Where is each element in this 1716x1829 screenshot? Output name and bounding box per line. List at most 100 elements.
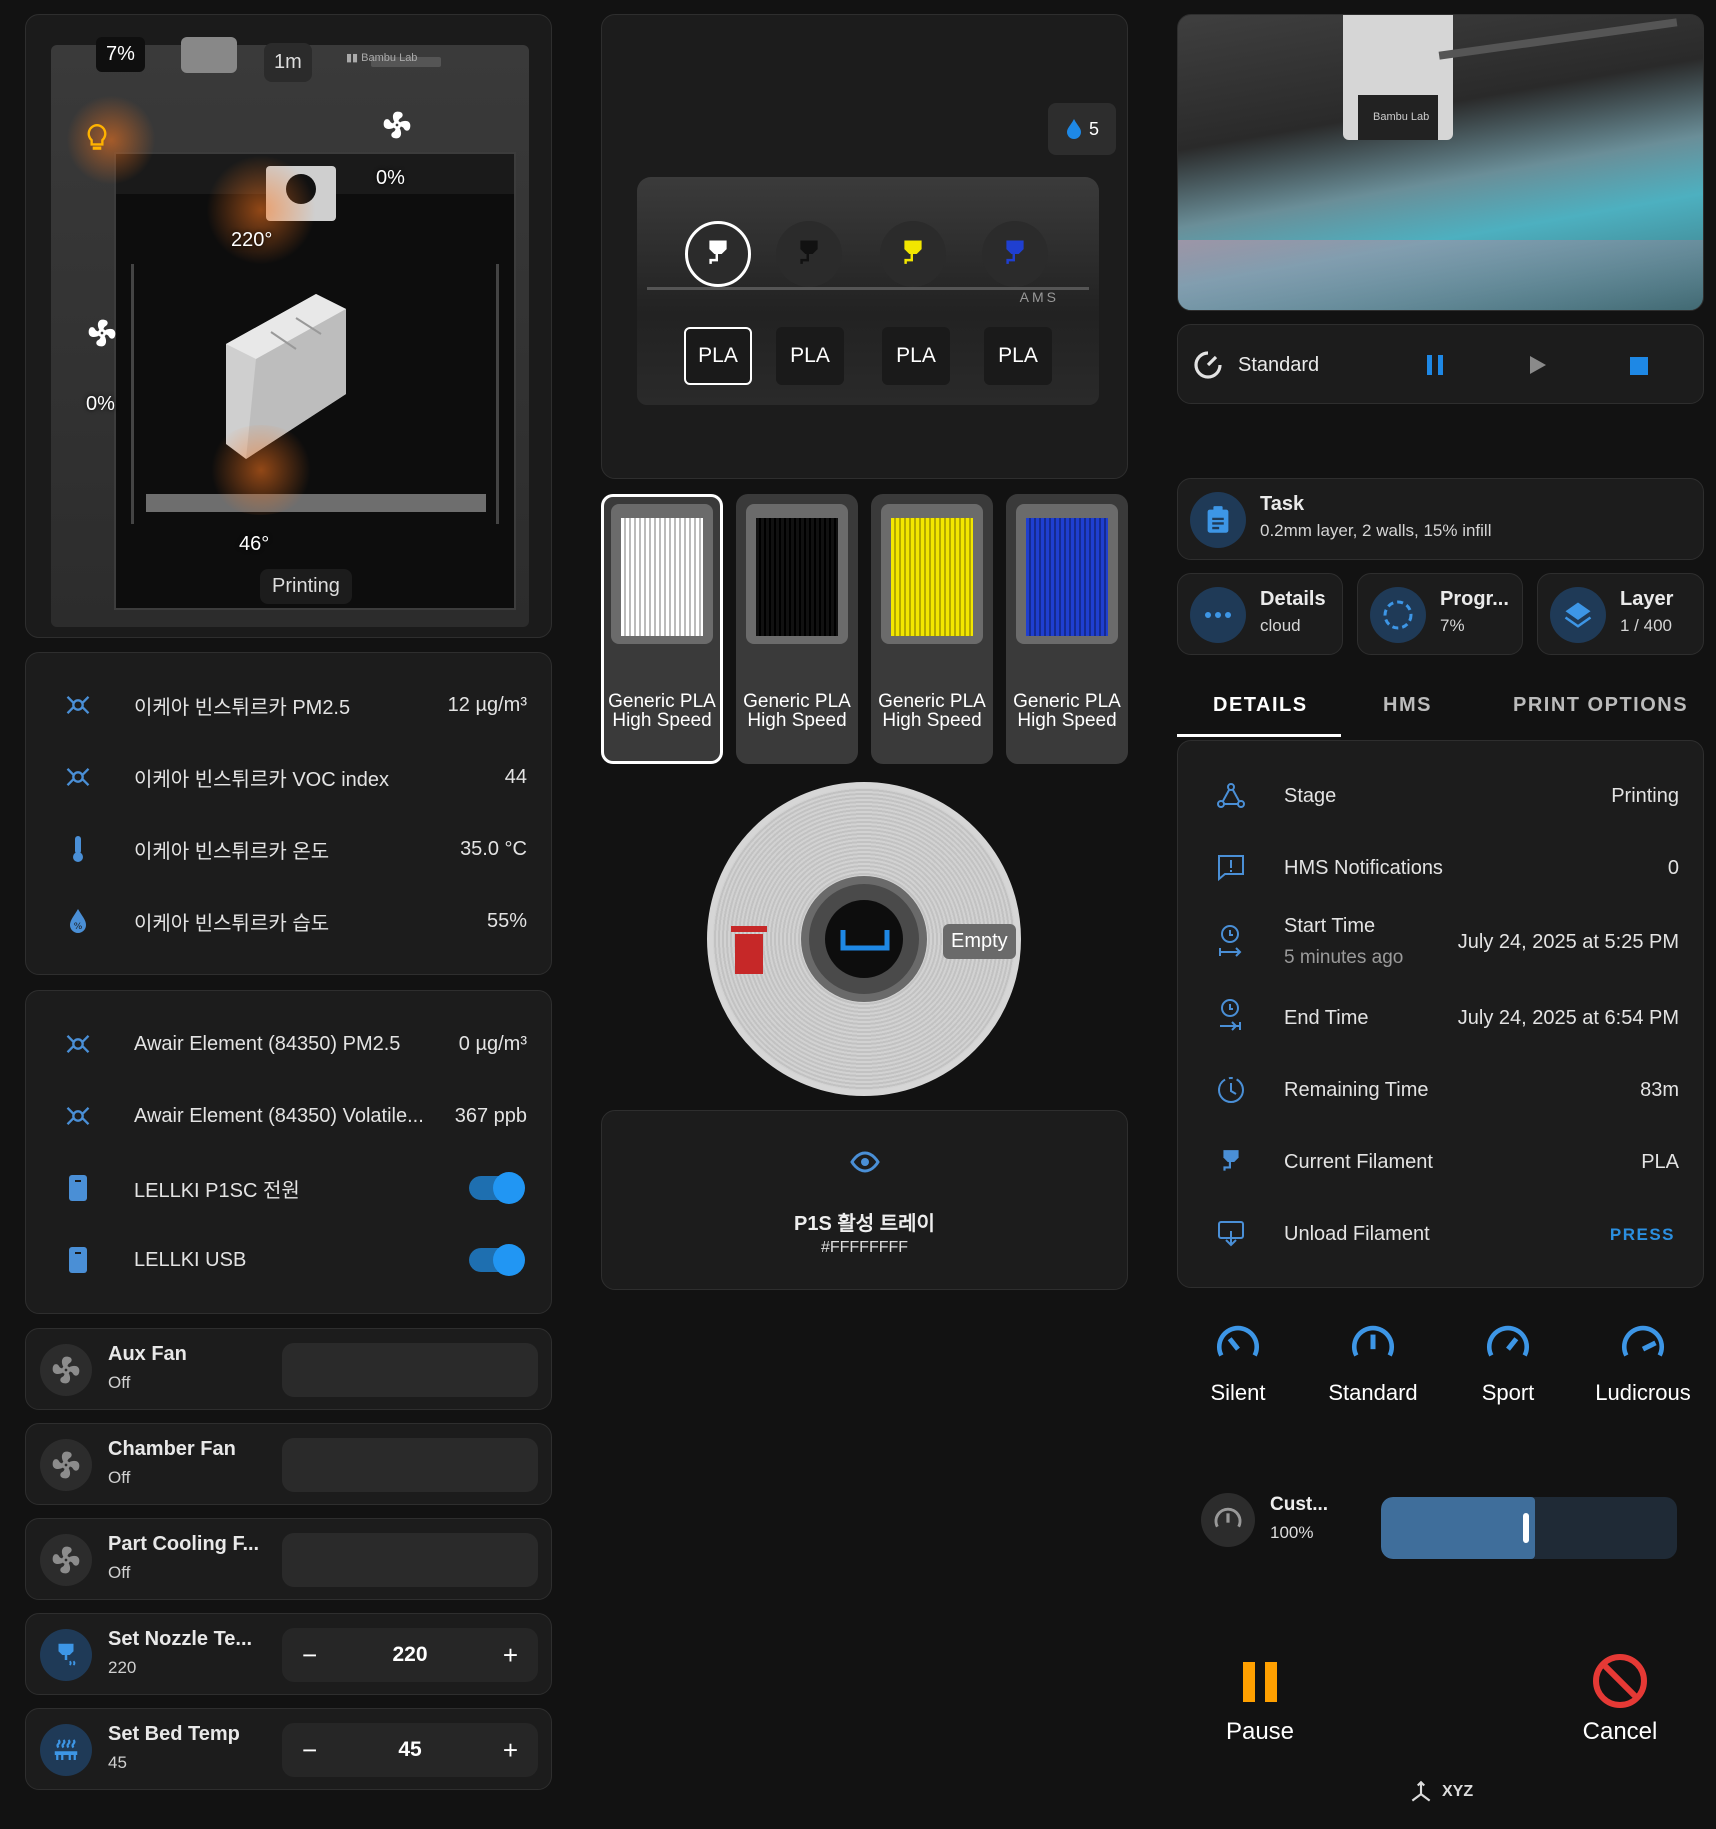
spool-filament <box>621 518 703 636</box>
speed-label: Standard <box>1328 1380 1418 1405</box>
increment-button[interactable]: + <box>503 1735 518 1766</box>
tab-details[interactable]: DETAILS <box>1213 694 1308 717</box>
spool-card[interactable]: Generic PLA High Speed <box>601 494 723 764</box>
custom-speed-slider[interactable] <box>1381 1497 1677 1559</box>
ams-slot-1[interactable] <box>685 221 751 287</box>
speed-ludicrous-button[interactable]: Ludicrous <box>1588 1320 1698 1406</box>
unload-press-button[interactable]: PRESS <box>1610 1225 1675 1245</box>
chamber-light-icon[interactable] <box>84 123 110 153</box>
xyz-control[interactable]: XYZ <box>1408 1779 1473 1805</box>
sensor-row[interactable]: 이케아 빈스튀르카 온도 35.0 °C <box>26 829 551 869</box>
layer-card[interactable]: Layer 1 / 400 <box>1537 573 1704 655</box>
play-icon[interactable] <box>1526 353 1548 377</box>
cancel-icon <box>1593 1654 1647 1708</box>
ams-slot-label[interactable]: PLA <box>776 327 844 385</box>
air-quality-icon <box>64 691 92 719</box>
pause-icon[interactable] <box>1424 353 1446 377</box>
nozzle-temp-stepper: − 220 + <box>282 1628 538 1682</box>
fan-slider[interactable] <box>282 1533 538 1587</box>
ams-slot-3[interactable] <box>880 221 946 287</box>
progress-badge: 7% <box>96 37 145 72</box>
tab-print-options[interactable]: PRINT OPTIONS <box>1513 694 1688 717</box>
sensor-row[interactable]: 이케아 빈스튀르카 VOC index 44 <box>26 757 551 797</box>
remaining-time-value: 83m <box>1640 1079 1679 1101</box>
spool-name: Generic PLA High Speed <box>743 691 851 731</box>
sensor-value: 367 ppb <box>454 1104 527 1127</box>
decrement-button[interactable]: − <box>302 1735 317 1766</box>
spool-card[interactable]: Generic PLA High Speed <box>736 494 858 764</box>
fan-name: Part Cooling F... <box>108 1533 260 1555</box>
speedometer-medium-icon <box>1352 1325 1394 1357</box>
sensor-row[interactable]: % 이케아 빈스튀르카 습도 55% <box>26 901 551 941</box>
ams-slot-label[interactable]: PLA <box>984 327 1052 385</box>
humidity-icon: % <box>64 907 92 935</box>
more-icon <box>1190 587 1246 643</box>
speed-label: Silent <box>1210 1380 1266 1405</box>
speed-standard-button[interactable]: Standard <box>1318 1320 1428 1406</box>
ams-humidity-badge[interactable]: 5 <box>1048 103 1116 155</box>
custom-speed-value: 100% <box>1270 1523 1314 1542</box>
nozzle-temp-value[interactable]: 220 <box>392 1643 427 1667</box>
fan-state: Off <box>108 1563 131 1582</box>
spool-name: Generic PLA High Speed <box>878 691 986 731</box>
switch-label: LELLKI USB <box>134 1248 247 1271</box>
sensor-row[interactable]: 이케아 빈스튀르카 PM2.5 12 µg/m³ <box>26 685 551 725</box>
spool-card[interactable]: Generic PLA High Speed <box>871 494 993 764</box>
start-clock-icon <box>1216 925 1246 957</box>
time-remaining-badge: 1m <box>264 43 312 82</box>
bed-temp-value[interactable]: 45 <box>398 1738 421 1762</box>
active-tray-card[interactable]: P1S 활성 트레이 #FFFFFFFF <box>601 1110 1128 1290</box>
stop-icon[interactable] <box>1628 355 1650 377</box>
task-card[interactable]: Task 0.2mm layer, 2 walls, 15% infill <box>1177 478 1704 560</box>
custom-speed-slider-thumb[interactable] <box>1523 1513 1529 1543</box>
ams-slot-4[interactable] <box>982 221 1048 287</box>
ikea-sensor-card: 이케아 빈스튀르카 PM2.5 12 µg/m³ 이케아 빈스튀르카 VOC i… <box>25 652 552 975</box>
sensor-value: 44 <box>504 765 527 788</box>
ams-slot-2[interactable] <box>776 221 842 287</box>
usb-toggle[interactable] <box>469 1244 525 1276</box>
aux-fan-tile[interactable]: Aux Fan Off <box>25 1328 552 1410</box>
sensor-label: Awair Element (84350) PM2.5 <box>134 1032 401 1055</box>
camera-feed[interactable]: Bambu Lab <box>1177 14 1704 311</box>
end-time-label: End Time <box>1284 1007 1369 1029</box>
ams-slot-label[interactable]: PLA <box>684 327 752 385</box>
speed-sport-button[interactable]: Sport <box>1453 1320 1563 1406</box>
plug-icon <box>64 1246 92 1274</box>
stage-label: Stage <box>1284 785 1337 807</box>
cancel-label: Cancel <box>1582 1718 1658 1745</box>
card-subtitle: cloud <box>1260 616 1301 635</box>
sensor-row[interactable]: Awair Element (84350) PM2.5 0 µg/m³ <box>26 1024 551 1064</box>
sensor-row[interactable]: Awair Element (84350) Volatile... 367 pp… <box>26 1096 551 1136</box>
progress-card[interactable]: Progr... 7% <box>1357 573 1523 655</box>
part-cooling-fan-tile[interactable]: Part Cooling F... Off <box>25 1518 552 1600</box>
fan-state: Off <box>108 1468 131 1487</box>
speedometer-icon <box>1194 351 1222 379</box>
external-spool[interactable]: Empty <box>707 782 1021 1096</box>
filament-icon <box>904 240 922 264</box>
details-card[interactable]: Details cloud <box>1177 573 1343 655</box>
switch-row: LELLKI USB <box>26 1240 551 1280</box>
ams-slot-label[interactable]: PLA <box>882 327 950 385</box>
nozzle-temp-readout: 220° <box>231 229 273 251</box>
card-subtitle: 1 / 400 <box>1620 616 1672 635</box>
spool-filament <box>891 518 973 636</box>
chamber-fan-tile[interactable]: Chamber Fan Off <box>25 1423 552 1505</box>
pause-button[interactable]: Pause <box>1215 1660 1305 1746</box>
tab-hms[interactable]: HMS <box>1383 694 1432 717</box>
fan-slider[interactable] <box>282 1438 538 1492</box>
fan-icon <box>40 1534 92 1586</box>
increment-button[interactable]: + <box>503 1640 518 1671</box>
start-time-relative: 5 minutes ago <box>1284 947 1404 968</box>
spool-card[interactable]: Generic PLA High Speed <box>1006 494 1128 764</box>
speed-silent-button[interactable]: Silent <box>1183 1320 1293 1406</box>
fan-slider[interactable] <box>282 1343 538 1397</box>
sensor-value: 55% <box>486 909 527 932</box>
filament-icon <box>709 240 727 264</box>
stage-icon <box>1216 781 1246 811</box>
spool-filament <box>1026 518 1108 636</box>
trash-icon[interactable] <box>727 918 771 978</box>
power-toggle[interactable] <box>469 1172 525 1204</box>
decrement-button[interactable]: − <box>302 1640 317 1671</box>
cancel-button[interactable]: Cancel <box>1575 1652 1665 1746</box>
card-title: Progr... <box>1440 588 1509 610</box>
